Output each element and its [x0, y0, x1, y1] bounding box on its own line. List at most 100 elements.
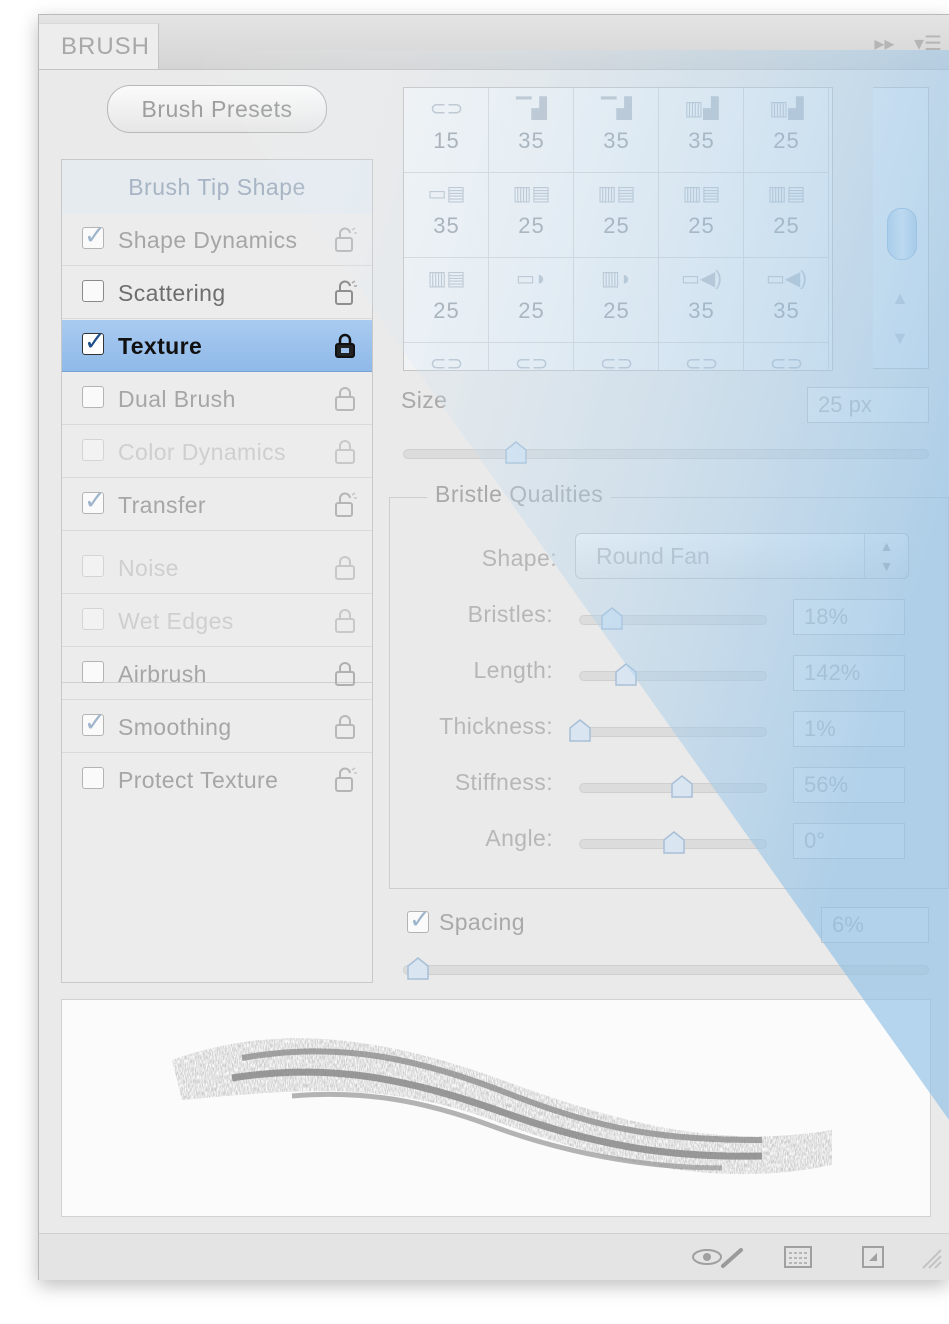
- spacing-slider[interactable]: [403, 965, 929, 975]
- transfer-checkbox[interactable]: ✓: [82, 487, 106, 514]
- brush-tip-cell[interactable]: ⊂⊃: [659, 343, 744, 371]
- brush-tip-shape-item[interactable]: Brush Tip Shape: [62, 160, 372, 214]
- brush-tip-cell[interactable]: ⊂⊃ 15: [404, 88, 489, 173]
- brush-tip-cell[interactable]: ⊂⊃: [489, 343, 574, 370]
- locked-icon[interactable]: [332, 386, 358, 412]
- option-transfer[interactable]: ✓ Transfer: [62, 479, 372, 531]
- bristle-qualities-title: Bristle Qualities: [427, 481, 612, 508]
- scattering-checkbox[interactable]: [82, 280, 104, 302]
- unlocked-icon[interactable]: [332, 280, 358, 306]
- thickness-slider-thumb[interactable]: [569, 719, 591, 743]
- brush-tip-icon: ⊂⊃: [429, 98, 464, 120]
- stiffness-slider-thumb[interactable]: [671, 775, 693, 799]
- shape-dynamics-checkbox[interactable]: ✓: [82, 222, 106, 249]
- protect-texture-checkbox[interactable]: [82, 767, 104, 789]
- angle-field[interactable]: 0°: [793, 823, 905, 859]
- brush-tip-icon: ▭◀): [681, 268, 722, 290]
- smoothing-checkbox[interactable]: ✓: [82, 709, 106, 736]
- unlocked-icon[interactable]: [332, 492, 358, 518]
- brush-tip-cell[interactable]: ▥▤ 25: [489, 173, 574, 258]
- option-texture[interactable]: ✓ Texture: [62, 320, 372, 372]
- brush-tip-cell[interactable]: ▥▤ 25: [659, 173, 744, 258]
- option-color-dynamics[interactable]: Color Dynamics: [62, 426, 372, 478]
- brush-tip-cell[interactable]: ▭◗ 25: [489, 258, 574, 343]
- brush-tip-cell[interactable]: ▥▤ 25: [404, 258, 489, 343]
- shape-select[interactable]: Round Fan ▲ ▼: [575, 533, 909, 579]
- airbrush-checkbox[interactable]: [82, 661, 104, 683]
- noise-checkbox[interactable]: [82, 555, 104, 577]
- size-field[interactable]: 25 px: [807, 387, 929, 423]
- option-smoothing[interactable]: ✓ Smoothing: [62, 701, 372, 753]
- shape-label: Shape:: [481, 545, 557, 571]
- brush-tip-icon: ▥▟: [684, 98, 719, 120]
- brush-tip-cell[interactable]: ▥▤ 25: [744, 173, 829, 258]
- brush-tip-cell[interactable]: ▥▤ 25: [574, 173, 659, 258]
- size-slider-thumb[interactable]: [505, 441, 527, 465]
- brush-grid-scrollbar[interactable]: ▲ ▼: [873, 87, 929, 369]
- panel-menu-icon[interactable]: ▾☰: [914, 33, 942, 55]
- brush-tip-cell[interactable]: ▔▟ 35: [489, 88, 574, 173]
- option-dual-brush[interactable]: Dual Brush: [62, 373, 372, 425]
- toggle-live-tip-preview-icon[interactable]: [689, 1244, 749, 1270]
- brush-tip-cell[interactable]: ▭◀) 35: [744, 258, 829, 343]
- select-arrows-icon: ▲ ▼: [864, 534, 908, 578]
- brush-tip-cell[interactable]: ▥▟ 25: [744, 88, 829, 173]
- locked-icon[interactable]: [332, 439, 358, 465]
- brush-tip-cell[interactable]: ⊂⊃: [744, 343, 829, 371]
- option-wet-edges[interactable]: Wet Edges: [62, 595, 372, 647]
- brush-tip-cell[interactable]: ⊂⊃: [574, 343, 659, 370]
- spacing-slider-thumb[interactable]: [407, 957, 429, 981]
- brush-tip-icon: ▥▤: [512, 183, 551, 205]
- thickness-slider[interactable]: [579, 727, 767, 737]
- bristles-slider-thumb[interactable]: [601, 607, 623, 631]
- brush-tip-icon: ▔▟: [601, 98, 632, 120]
- scrollbar-thumb[interactable]: [887, 208, 917, 260]
- length-slider-thumb[interactable]: [615, 663, 637, 687]
- double-chevron-right-icon[interactable]: ▸▸: [874, 33, 894, 55]
- stiffness-field[interactable]: 56%: [793, 767, 905, 803]
- option-scattering[interactable]: Scattering: [62, 267, 372, 319]
- dual-brush-checkbox[interactable]: [82, 386, 104, 408]
- brush-tip-cell[interactable]: ▥◗ 25: [574, 258, 659, 343]
- scroll-down-icon[interactable]: ▼: [873, 328, 927, 349]
- unlocked-icon[interactable]: [332, 227, 358, 253]
- locked-icon[interactable]: [332, 555, 358, 581]
- color-dynamics-checkbox[interactable]: [82, 439, 104, 461]
- wet-edges-checkbox[interactable]: [82, 608, 104, 630]
- panel-tab-bar: BRUSH ▸▸ ▾☰: [39, 15, 949, 70]
- brush-tip-icon: ⊂⊃: [684, 353, 719, 371]
- option-label: Smoothing: [118, 714, 232, 740]
- option-airbrush[interactable]: Airbrush: [62, 648, 372, 700]
- option-protect-texture[interactable]: Protect Texture: [62, 754, 372, 806]
- new-brush-icon[interactable]: [859, 1244, 889, 1270]
- option-label: Dual Brush: [118, 386, 236, 412]
- brush-tip-cell[interactable]: ⊂⊃: [404, 343, 489, 370]
- option-label: Shape Dynamics: [118, 227, 298, 253]
- brush-tip-icon: ▭◗: [516, 268, 547, 290]
- angle-slider-thumb[interactable]: [663, 831, 685, 855]
- scroll-up-icon[interactable]: ▲: [873, 288, 927, 309]
- bristles-field[interactable]: 18%: [793, 599, 905, 635]
- length-field[interactable]: 142%: [793, 655, 905, 691]
- length-slider[interactable]: [579, 671, 767, 681]
- size-slider[interactable]: [403, 449, 929, 459]
- spacing-field[interactable]: 6%: [821, 907, 929, 943]
- brush-tip-icon: ▭▤: [427, 183, 466, 205]
- brush-tip-icon: ▥▤: [597, 183, 636, 205]
- brush-tip-cell[interactable]: ▔▟ 35: [574, 88, 659, 173]
- thickness-field[interactable]: 1%: [793, 711, 905, 747]
- brush-tip-icon: ⊂⊃: [769, 353, 804, 371]
- brush-tip-cell[interactable]: ▭◀) 35: [659, 258, 744, 343]
- brush-presets-button[interactable]: Brush Presets: [107, 85, 327, 133]
- brush-tip-cell[interactable]: ▥▟ 35: [659, 88, 744, 173]
- brush-grid-icon[interactable]: [783, 1244, 813, 1270]
- locked-icon[interactable]: [332, 333, 358, 359]
- spacing-checkbox[interactable]: ✓: [407, 906, 431, 933]
- brush-tip-cell[interactable]: ▭▤ 35: [404, 173, 489, 258]
- option-noise[interactable]: Noise: [62, 542, 372, 594]
- option-shape-dynamics[interactable]: ✓ Shape Dynamics: [62, 214, 372, 266]
- option-label: Scattering: [118, 280, 226, 306]
- resize-grip-icon[interactable]: [919, 1244, 943, 1270]
- texture-checkbox[interactable]: ✓: [82, 328, 106, 355]
- tab-brush[interactable]: BRUSH: [39, 23, 159, 69]
